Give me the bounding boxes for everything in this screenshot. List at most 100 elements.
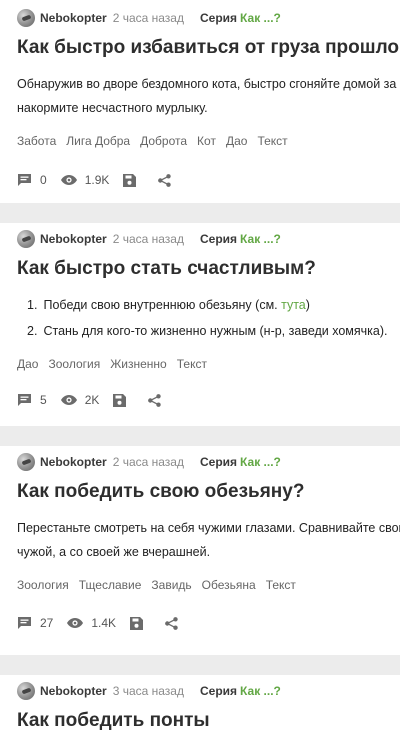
tag-list: Дао Зоология Жизненно Текст <box>17 357 400 371</box>
view-count: 1.9K <box>84 173 110 187</box>
list-item: 1. Победи свою внутреннюю обезьяну (см. … <box>17 292 400 318</box>
views-counter: 1.9K <box>60 173 110 187</box>
tag[interactable]: Зоология <box>48 357 100 371</box>
list-item: 2. Стань для кого-то жизненно нужным (н-… <box>17 318 400 344</box>
comment-count: 0 <box>40 173 47 187</box>
post-body: Перестаньте смотреть на себя чужими глаз… <box>17 516 400 564</box>
author-avatar[interactable] <box>17 453 35 471</box>
post-time: 2 часа назад <box>112 11 184 25</box>
author-avatar[interactable] <box>17 682 35 700</box>
post-card: Nebokopter 2 часа назад Серия Как ...? К… <box>0 0 400 203</box>
tag[interactable]: Завидь <box>151 578 191 592</box>
view-count: 2K <box>84 393 100 407</box>
comment-count: 27 <box>40 616 54 630</box>
tag-list: Забота Лига Добра Доброта Кот Дао Текст <box>17 134 400 148</box>
post-title[interactable]: Как победить понты <box>17 709 400 733</box>
save-button[interactable] <box>113 393 127 407</box>
tag[interactable]: Забота <box>17 134 56 148</box>
post-stats: 0 1.9K <box>17 173 193 187</box>
tag[interactable]: Текст <box>257 134 287 148</box>
tag[interactable]: Дао <box>226 134 247 148</box>
views-counter: 2K <box>60 393 100 407</box>
list-text: Стань для кого-то жизненно нужным (н-р, … <box>43 324 388 338</box>
post-title-text[interactable]: Как победить свою обезьяну? <box>17 480 304 504</box>
series-link[interactable]: Как ...? <box>240 455 281 469</box>
share-button[interactable] <box>158 173 172 187</box>
post-card: Nebokopter 2 часа назад Серия Как ...? К… <box>0 223 400 426</box>
save-button[interactable] <box>130 616 144 630</box>
post-card: Nebokopter 2 часа назад Серия Как ...? К… <box>0 446 400 655</box>
comment-count: 5 <box>40 393 47 407</box>
eye-icon <box>67 618 84 628</box>
series-link[interactable]: Как ...? <box>240 11 281 25</box>
share-icon <box>165 616 178 630</box>
post-body: Обнаружив во дворе бездомного кота, быст… <box>17 72 400 120</box>
post-title[interactable]: Как быстро избавиться от груза прошлого? <box>17 36 400 60</box>
comment-icon <box>18 617 31 629</box>
save-icon <box>113 393 127 407</box>
comments-button[interactable]: 27 <box>17 616 53 630</box>
post-time: 2 часа назад <box>112 232 184 246</box>
series-label: Серия <box>199 232 238 246</box>
tag[interactable]: Дао <box>17 357 38 371</box>
post-time: 3 часа назад <box>112 684 184 698</box>
tag[interactable]: Кот <box>197 134 216 148</box>
post-body-line: Обнаружив во дворе бездомного кота, быст… <box>17 77 400 91</box>
post-body-line: накормите несчастного мурлыку. <box>17 101 208 115</box>
tag[interactable]: Доброта <box>140 134 187 148</box>
post-title-text[interactable]: Как победить понты <box>17 709 210 733</box>
author-name[interactable]: Nebokopter <box>40 11 107 25</box>
post-feed: Nebokopter 2 часа назад Серия Как ...? К… <box>0 0 400 747</box>
share-button[interactable] <box>165 616 178 630</box>
post-title[interactable]: Как быстро стать счастливым? <box>17 257 400 281</box>
view-count: 1.4K <box>91 616 117 630</box>
post-stats: 5 2K <box>17 393 183 407</box>
post-meta: Nebokopter 2 часа назад Серия Как ...? <box>17 9 400 27</box>
share-icon <box>148 393 162 407</box>
author-name[interactable]: Nebokopter <box>40 455 107 469</box>
post-body-list: 1. Победи свою внутреннюю обезьяну (см. … <box>17 292 400 344</box>
author-name[interactable]: Nebokopter <box>40 232 107 246</box>
post-meta: Nebokopter 3 часа назад Серия Как ...? <box>17 682 400 700</box>
post-title[interactable]: Как победить свою обезьяну? <box>17 480 400 504</box>
comments-button[interactable]: 5 <box>17 393 47 407</box>
share-icon <box>158 173 172 187</box>
author-name[interactable]: Nebokopter <box>40 684 107 698</box>
tag[interactable]: Лига Добра <box>66 134 130 148</box>
comments-button[interactable]: 0 <box>17 173 47 187</box>
tag[interactable]: Жизненно <box>110 357 167 371</box>
list-number: 1. <box>27 298 38 312</box>
tag[interactable]: Текст <box>177 357 207 371</box>
comment-icon <box>18 394 31 406</box>
tag[interactable]: Обезьяна <box>202 578 256 592</box>
author-avatar[interactable] <box>17 9 35 27</box>
post-body-line: чужой, а со своей же вчерашней. <box>17 545 211 559</box>
series-link[interactable]: Как ...? <box>240 684 281 698</box>
save-icon <box>123 173 137 187</box>
series-label: Серия <box>199 684 238 698</box>
post-meta: Nebokopter 2 часа назад Серия Как ...? <box>17 453 400 471</box>
views-counter: 1.4K <box>67 616 116 630</box>
eye-icon <box>60 175 77 185</box>
list-text: Победи свою внутреннюю обезьяну (см. <box>43 298 282 312</box>
save-icon <box>130 616 144 630</box>
post-time: 2 часа назад <box>112 455 184 469</box>
series-label: Серия <box>199 11 238 25</box>
share-button[interactable] <box>148 393 162 407</box>
list-text-end: ) <box>305 298 310 312</box>
eye-icon <box>60 395 77 405</box>
inline-link[interactable]: тута <box>281 298 306 312</box>
tag[interactable]: Текст <box>266 578 296 592</box>
post-title-text[interactable]: Как быстро избавиться от груза прошлого? <box>17 36 400 60</box>
save-button[interactable] <box>123 173 137 187</box>
tag[interactable]: Зоология <box>17 578 69 592</box>
author-avatar[interactable] <box>17 230 35 248</box>
post-title-text[interactable]: Как быстро стать счастливым? <box>17 257 316 281</box>
tag[interactable]: Тщеславие <box>79 578 142 592</box>
series-label: Серия <box>199 455 238 469</box>
series-link[interactable]: Как ...? <box>240 232 281 246</box>
post-body-line: Перестаньте смотреть на себя чужими глаз… <box>17 521 400 535</box>
post-stats: 27 1.4K <box>17 616 200 630</box>
tag-list: Зоология Тщеславие Завидь Обезьяна Текст <box>17 578 400 592</box>
post-card: Nebokopter 3 часа назад Серия Как ...? К… <box>0 675 400 747</box>
